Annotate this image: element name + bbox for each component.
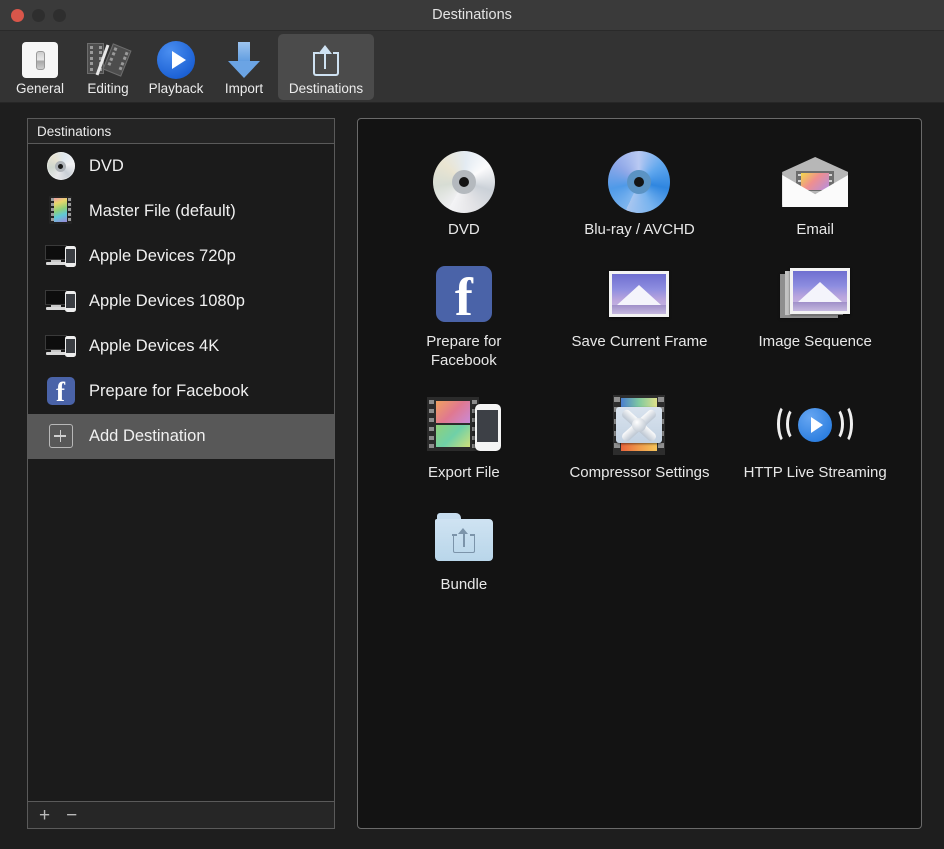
tile-bluray-avchd[interactable]: Blu-ray / AVCHD: [552, 141, 728, 239]
facebook-icon: f: [376, 263, 552, 325]
download-arrow-icon: [227, 40, 261, 80]
destination-types-grid: DVD Blu-ray / AVCHD: [376, 141, 903, 594]
toolbar-tab-general[interactable]: General: [6, 34, 74, 100]
destinations-sidebar: Destinations DVD: [27, 118, 335, 829]
tile-email[interactable]: Email: [727, 141, 903, 239]
tile-bundle[interactable]: Bundle: [376, 496, 552, 594]
list-item-label: Prepare for Facebook: [89, 382, 249, 401]
general-switch-icon: [22, 40, 58, 80]
dvd-disc-icon: [376, 151, 552, 213]
tile-image-sequence[interactable]: Image Sequence: [727, 253, 903, 370]
preferences-body: Destinations DVD: [0, 103, 944, 849]
list-item-apple-devices-720p[interactable]: Apple Devices 720p: [28, 234, 334, 279]
preferences-toolbar: General: [0, 31, 944, 103]
filmstrip-phone-icon: [376, 394, 552, 456]
tile-prepare-for-facebook[interactable]: f Prepare for Facebook: [376, 253, 552, 370]
facebook-icon: f: [45, 376, 76, 407]
toolbar-tab-editing[interactable]: Editing: [74, 34, 142, 100]
photo-frame-icon: [552, 263, 728, 325]
tile-label: DVD: [448, 220, 480, 239]
dvd-disc-icon: [45, 151, 76, 182]
toolbar-tab-destinations-label: Destinations: [289, 81, 363, 96]
apple-devices-icon: [45, 241, 76, 272]
share-export-icon: [309, 40, 343, 80]
toolbar-tab-import-label: Import: [225, 81, 263, 96]
filmstrips-icon: [87, 40, 129, 80]
list-item-label: Add Destination: [89, 427, 206, 446]
tile-http-live-streaming[interactable]: HTTP Live Streaming: [727, 384, 903, 482]
tile-label: Save Current Frame: [572, 332, 708, 351]
sidebar-footer: + −: [27, 802, 335, 829]
toolbar-tab-general-label: General: [16, 81, 64, 96]
destination-types-panel: DVD Blu-ray / AVCHD: [357, 118, 922, 829]
compressor-icon: [552, 394, 728, 456]
preferences-window: Destinations General: [0, 0, 944, 849]
tile-label: Export File: [428, 463, 500, 482]
tile-label: Email: [796, 220, 834, 239]
list-item-label: Apple Devices 720p: [89, 247, 236, 266]
list-item-label: DVD: [89, 157, 124, 176]
apple-devices-icon: [45, 286, 76, 317]
list-item-label: Apple Devices 4K: [89, 337, 219, 356]
list-item-add-destination[interactable]: Add Destination: [28, 414, 334, 459]
toolbar-tab-import[interactable]: Import: [210, 34, 278, 100]
window-title: Destinations: [0, 0, 944, 31]
filmstrip-icon: [45, 196, 76, 227]
envelope-icon: [727, 151, 903, 213]
list-item-apple-devices-1080p[interactable]: Apple Devices 1080p: [28, 279, 334, 324]
list-item-label: Apple Devices 1080p: [89, 292, 245, 311]
toolbar-tab-editing-label: Editing: [87, 81, 128, 96]
tile-label: Image Sequence: [758, 332, 871, 351]
bluray-disc-icon: [552, 151, 728, 213]
toolbar-tab-destinations[interactable]: Destinations: [278, 34, 374, 100]
broadcast-play-icon: [727, 394, 903, 456]
tile-label: HTTP Live Streaming: [744, 463, 887, 482]
list-item-master-file[interactable]: Master File (default): [28, 189, 334, 234]
tile-label: Blu-ray / AVCHD: [584, 220, 695, 239]
apple-devices-icon: [45, 331, 76, 362]
titlebar: Destinations: [0, 0, 944, 31]
tile-label: Compressor Settings: [569, 463, 709, 482]
play-circle-icon: [157, 40, 195, 80]
tile-export-file[interactable]: Export File: [376, 384, 552, 482]
tile-save-current-frame[interactable]: Save Current Frame: [552, 253, 728, 370]
toolbar-tab-playback[interactable]: Playback: [142, 34, 210, 100]
list-item-dvd[interactable]: DVD: [28, 144, 334, 189]
list-item-prepare-for-facebook[interactable]: f Prepare for Facebook: [28, 369, 334, 414]
tile-compressor-settings[interactable]: Compressor Settings: [552, 384, 728, 482]
photo-stack-icon: [727, 263, 903, 325]
remove-destination-button[interactable]: −: [66, 806, 77, 825]
folder-share-icon: [376, 506, 552, 568]
add-destination-button[interactable]: +: [39, 806, 50, 825]
list-item-label: Master File (default): [89, 202, 236, 221]
destinations-list[interactable]: DVD Master File (d: [27, 144, 335, 802]
sidebar-header: Destinations: [27, 118, 335, 144]
tile-label: Bundle: [440, 575, 487, 594]
tile-label: Prepare for Facebook: [426, 332, 501, 370]
plus-box-icon: [45, 421, 76, 452]
list-item-apple-devices-4k[interactable]: Apple Devices 4K: [28, 324, 334, 369]
tile-dvd[interactable]: DVD: [376, 141, 552, 239]
toolbar-tab-playback-label: Playback: [149, 81, 204, 96]
